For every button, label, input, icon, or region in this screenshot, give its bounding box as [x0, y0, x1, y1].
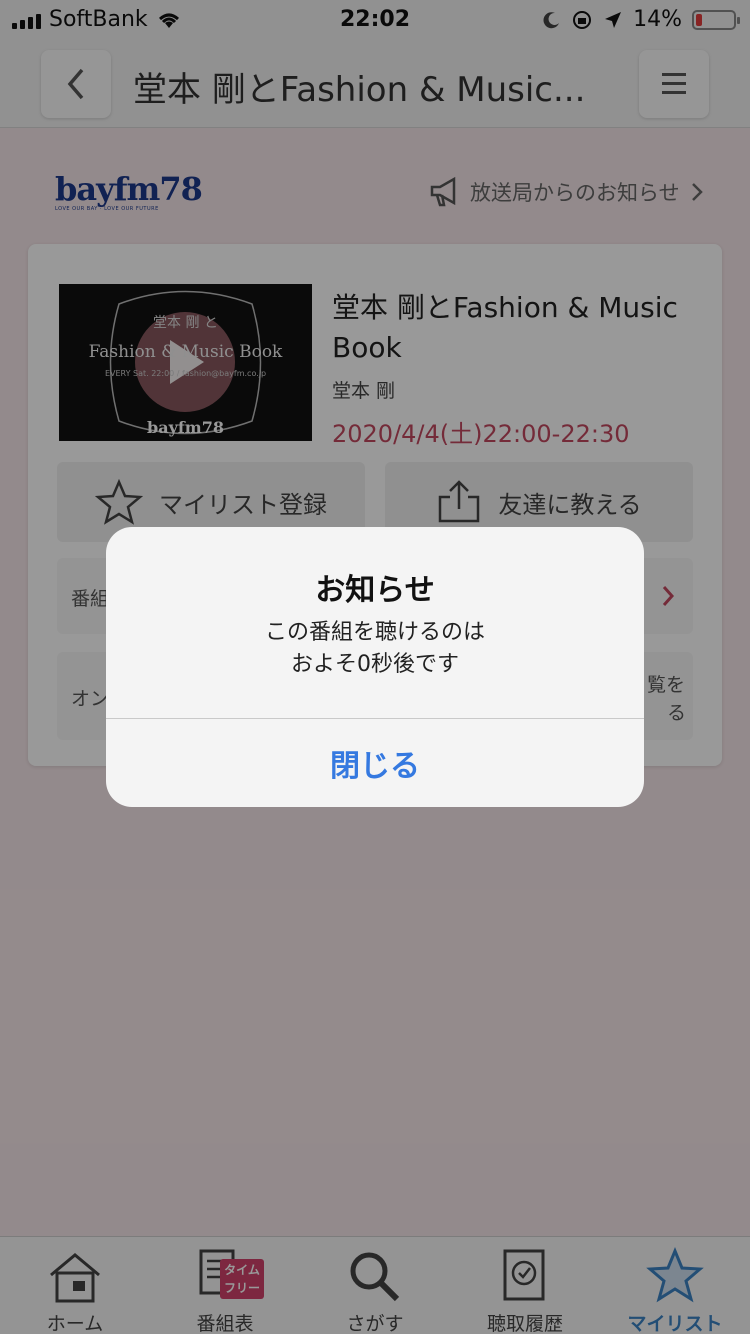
alert-message: この番組を聴けるのは およそ0秒後です [264, 620, 485, 677]
close-button[interactable]: 閉じる [106, 719, 644, 807]
alert-title: お知らせ [315, 573, 435, 608]
alert-dialog: お知らせ この番組を聴けるのは およそ0秒後です 閉じる [106, 527, 644, 807]
